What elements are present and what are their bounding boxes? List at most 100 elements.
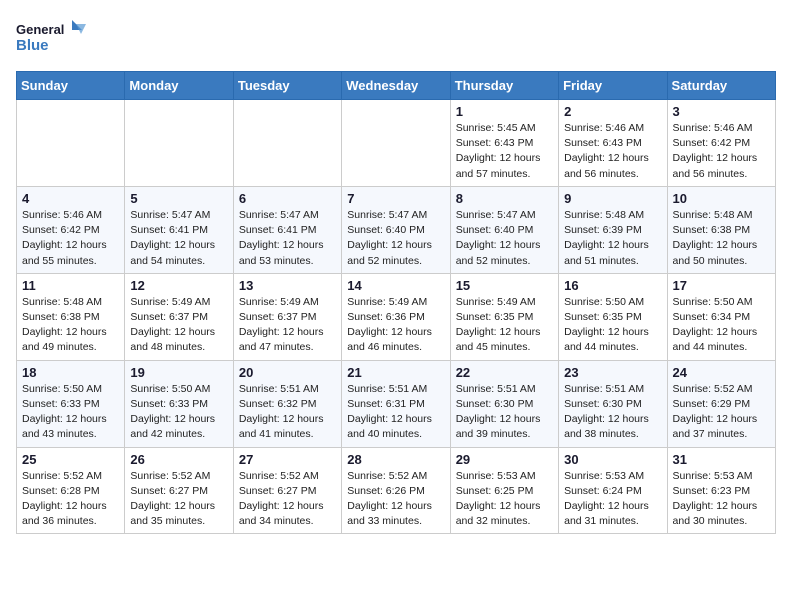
calendar-cell: 30 Sunrise: 5:53 AM Sunset: 6:24 PM Dayli… [559,447,667,534]
day-info: Sunrise: 5:49 AM Sunset: 6:37 PM Dayligh… [239,295,336,356]
day-info: Sunrise: 5:52 AM Sunset: 6:27 PM Dayligh… [130,469,227,530]
day-info: Sunrise: 5:48 AM Sunset: 6:39 PM Dayligh… [564,208,661,269]
day-number: 20 [239,365,336,380]
calendar-cell: 17Sunrise: 5:50 AM Sunset: 6:34 PM Dayli… [667,273,775,360]
calendar-cell: 2 Sunrise: 5:46 AM Sunset: 6:43 PM Daylig… [559,100,667,187]
day-number: 1 [456,104,553,119]
day-number: 27 [239,452,336,467]
day-info: Sunrise: 5:51 AM Sunset: 6:31 PM Dayligh… [347,382,444,443]
calendar-cell: 12 Sunrise: 5:49 AM Sunset: 6:37 PM Dayli… [125,273,233,360]
calendar-cell: 11Sunrise: 5:48 AM Sunset: 6:38 PM Dayli… [17,273,125,360]
day-info: Sunrise: 5:46 AM Sunset: 6:43 PM Dayligh… [564,121,661,182]
day-info: Sunrise: 5:51 AM Sunset: 6:30 PM Dayligh… [564,382,661,443]
calendar-cell: 6 Sunrise: 5:47 AM Sunset: 6:41 PM Daylig… [233,186,341,273]
day-number: 24 [673,365,770,380]
calendar-cell: 9 Sunrise: 5:48 AM Sunset: 6:39 PM Daylig… [559,186,667,273]
day-number: 31 [673,452,770,467]
day-info: Sunrise: 5:45 AM Sunset: 6:43 PM Dayligh… [456,121,553,182]
calendar-cell: 7 Sunrise: 5:47 AM Sunset: 6:40 PM Daylig… [342,186,450,273]
day-number: 5 [130,191,227,206]
day-number: 9 [564,191,661,206]
day-info: Sunrise: 5:53 AM Sunset: 6:23 PM Dayligh… [673,469,770,530]
calendar-cell: 21Sunrise: 5:51 AM Sunset: 6:31 PM Dayli… [342,360,450,447]
calendar-cell: 1 Sunrise: 5:45 AM Sunset: 6:43 PM Daylig… [450,100,558,187]
calendar-cell: 29 Sunrise: 5:53 AM Sunset: 6:25 PM Dayli… [450,447,558,534]
day-info: Sunrise: 5:51 AM Sunset: 6:32 PM Dayligh… [239,382,336,443]
day-info: Sunrise: 5:50 AM Sunset: 6:33 PM Dayligh… [22,382,119,443]
day-info: Sunrise: 5:47 AM Sunset: 6:40 PM Dayligh… [347,208,444,269]
day-info: Sunrise: 5:49 AM Sunset: 6:35 PM Dayligh… [456,295,553,356]
calendar-cell: 16Sunrise: 5:50 AM Sunset: 6:35 PM Dayli… [559,273,667,360]
day-info: Sunrise: 5:52 AM Sunset: 6:29 PM Dayligh… [673,382,770,443]
day-number: 11 [22,278,119,293]
day-info: Sunrise: 5:47 AM Sunset: 6:41 PM Dayligh… [239,208,336,269]
calendar-cell: 20 Sunrise: 5:51 AM Sunset: 6:32 PM Dayli… [233,360,341,447]
day-number: 6 [239,191,336,206]
col-header-monday: Monday [125,72,233,100]
calendar-table: SundayMondayTuesdayWednesdayThursdayFrid… [16,71,776,534]
calendar-cell [125,100,233,187]
day-number: 23 [564,365,661,380]
day-info: Sunrise: 5:46 AM Sunset: 6:42 PM Dayligh… [673,121,770,182]
day-number: 15 [456,278,553,293]
svg-text:General: General [16,22,64,37]
col-header-thursday: Thursday [450,72,558,100]
day-info: Sunrise: 5:52 AM Sunset: 6:27 PM Dayligh… [239,469,336,530]
day-number: 13 [239,278,336,293]
day-info: Sunrise: 5:53 AM Sunset: 6:24 PM Dayligh… [564,469,661,530]
col-header-tuesday: Tuesday [233,72,341,100]
day-number: 12 [130,278,227,293]
day-info: Sunrise: 5:50 AM Sunset: 6:35 PM Dayligh… [564,295,661,356]
day-number: 19 [130,365,227,380]
day-info: Sunrise: 5:49 AM Sunset: 6:37 PM Dayligh… [130,295,227,356]
day-info: Sunrise: 5:53 AM Sunset: 6:25 PM Dayligh… [456,469,553,530]
day-number: 26 [130,452,227,467]
calendar-cell: 28 Sunrise: 5:52 AM Sunset: 6:26 PM Dayli… [342,447,450,534]
day-info: Sunrise: 5:50 AM Sunset: 6:33 PM Dayligh… [130,382,227,443]
day-info: Sunrise: 5:47 AM Sunset: 6:41 PM Dayligh… [130,208,227,269]
calendar-cell: 5 Sunrise: 5:47 AM Sunset: 6:41 PM Daylig… [125,186,233,273]
day-number: 25 [22,452,119,467]
calendar-cell: 25 Sunrise: 5:52 AM Sunset: 6:28 PM Dayli… [17,447,125,534]
calendar-week-row: 18Sunrise: 5:50 AM Sunset: 6:33 PM Dayli… [17,360,776,447]
calendar-cell: 3Sunrise: 5:46 AM Sunset: 6:42 PM Daylig… [667,100,775,187]
day-number: 30 [564,452,661,467]
calendar-week-row: 25 Sunrise: 5:52 AM Sunset: 6:28 PM Dayli… [17,447,776,534]
calendar-cell [17,100,125,187]
day-info: Sunrise: 5:52 AM Sunset: 6:28 PM Dayligh… [22,469,119,530]
col-header-friday: Friday [559,72,667,100]
calendar-cell: 26 Sunrise: 5:52 AM Sunset: 6:27 PM Dayli… [125,447,233,534]
calendar-cell: 14 Sunrise: 5:49 AM Sunset: 6:36 PM Dayli… [342,273,450,360]
day-number: 28 [347,452,444,467]
day-number: 10 [673,191,770,206]
day-info: Sunrise: 5:48 AM Sunset: 6:38 PM Dayligh… [673,208,770,269]
day-info: Sunrise: 5:51 AM Sunset: 6:30 PM Dayligh… [456,382,553,443]
calendar-cell: 27 Sunrise: 5:52 AM Sunset: 6:27 PM Dayli… [233,447,341,534]
calendar-cell [233,100,341,187]
day-number: 22 [456,365,553,380]
calendar-week-row: 11Sunrise: 5:48 AM Sunset: 6:38 PM Dayli… [17,273,776,360]
calendar-cell: 15 Sunrise: 5:49 AM Sunset: 6:35 PM Dayli… [450,273,558,360]
calendar-cell: 8Sunrise: 5:47 AM Sunset: 6:40 PM Daylig… [450,186,558,273]
logo-svg: General Blue [16,16,86,61]
day-number: 7 [347,191,444,206]
day-number: 17 [673,278,770,293]
day-number: 14 [347,278,444,293]
day-number: 8 [456,191,553,206]
col-header-sunday: Sunday [17,72,125,100]
calendar-cell [342,100,450,187]
calendar-cell: 23 Sunrise: 5:51 AM Sunset: 6:30 PM Dayli… [559,360,667,447]
calendar-header-row: SundayMondayTuesdayWednesdayThursdayFrid… [17,72,776,100]
col-header-saturday: Saturday [667,72,775,100]
day-info: Sunrise: 5:49 AM Sunset: 6:36 PM Dayligh… [347,295,444,356]
day-info: Sunrise: 5:46 AM Sunset: 6:42 PM Dayligh… [22,208,119,269]
calendar-cell: 18Sunrise: 5:50 AM Sunset: 6:33 PM Dayli… [17,360,125,447]
logo: General Blue [16,16,86,61]
calendar-cell: 10 Sunrise: 5:48 AM Sunset: 6:38 PM Dayli… [667,186,775,273]
day-number: 2 [564,104,661,119]
day-info: Sunrise: 5:52 AM Sunset: 6:26 PM Dayligh… [347,469,444,530]
calendar-cell: 22 Sunrise: 5:51 AM Sunset: 6:30 PM Dayli… [450,360,558,447]
day-number: 4 [22,191,119,206]
page-header: General Blue [16,16,776,61]
day-number: 29 [456,452,553,467]
